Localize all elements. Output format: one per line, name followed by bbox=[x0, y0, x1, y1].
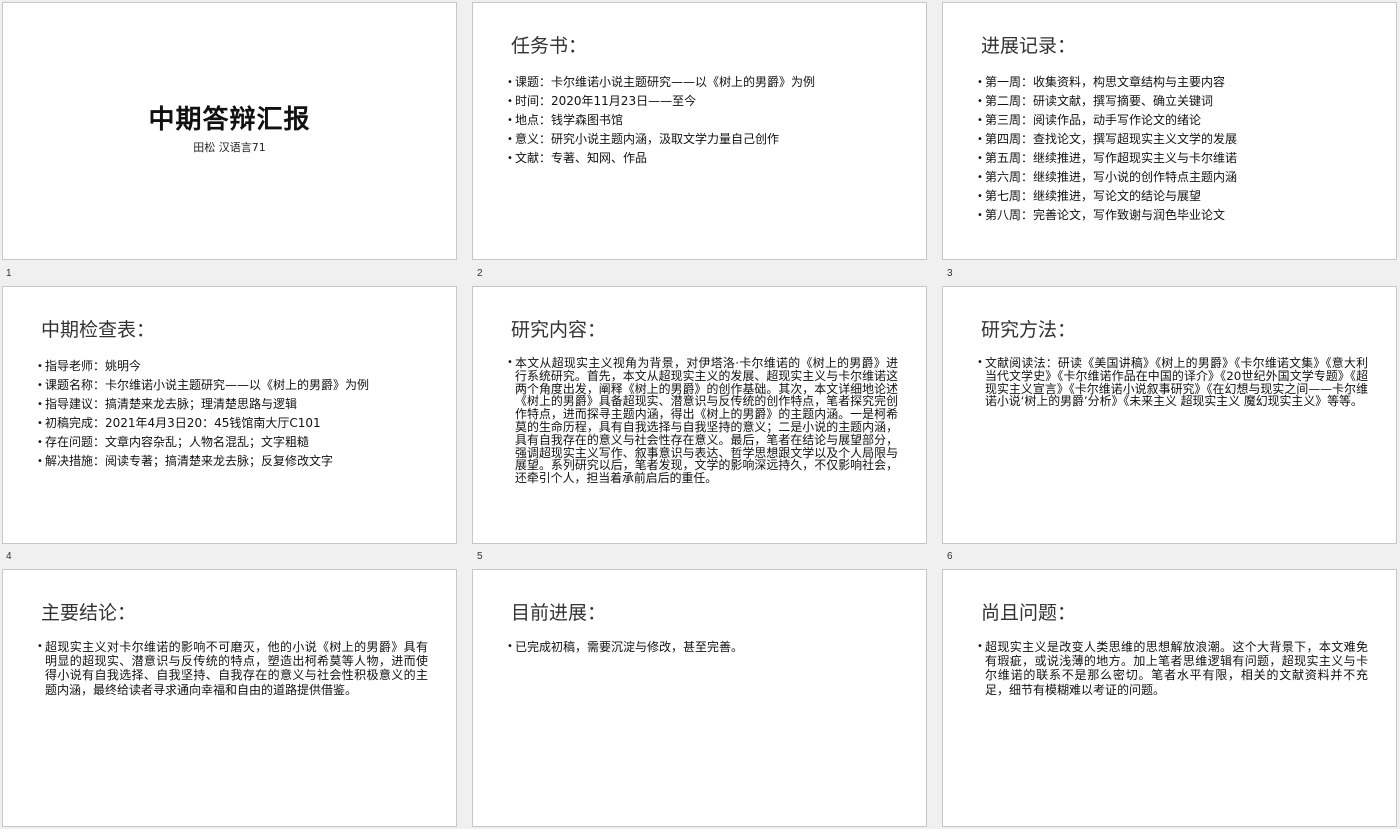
bullet-item: 文献：专著、知网、作品 bbox=[507, 149, 815, 168]
bullet-item: 课题：卡尔维诺小说主题研究——以《树上的男爵》为例 bbox=[507, 73, 815, 92]
slide-thumbnail-1[interactable]: 中期答辩汇报 田松 汉语言71 bbox=[2, 2, 457, 260]
slide-thumbnail-8[interactable]: 目前进展： 已完成初稿，需要沉淀与修改，甚至完善。 bbox=[472, 569, 927, 827]
slide-thumbnail-4[interactable]: 中期检查表： 指导老师：姚明今 课题名称：卡尔维诺小说主题研究——以《树上的男爵… bbox=[2, 286, 457, 544]
paragraph-list: 超现实主义是改变人类思维的思想解放浪潮。这个大背景下，本文难免有瑕疵，或说浅薄的… bbox=[977, 640, 1368, 697]
paragraph: 文献阅读法：研读《美国讲稿》《树上的男爵》《卡尔维诺文集》《意大利当代文学史》《… bbox=[977, 357, 1368, 408]
paragraph-list: 本文从超现实主义视角为背景，对伊塔洛·卡尔维诺的《树上的男爵》进行系统研究。首先… bbox=[507, 357, 898, 485]
bullet-list: 课题：卡尔维诺小说主题研究——以《树上的男爵》为例 时间：2020年11月23日… bbox=[507, 73, 815, 168]
slide-title: 研究内容： bbox=[511, 319, 607, 341]
slide-title: 目前进展： bbox=[511, 602, 607, 624]
slide-thumbnail-6[interactable]: 研究方法： 文献阅读法：研读《美国讲稿》《树上的男爵》《卡尔维诺文集》《意大利当… bbox=[942, 286, 1397, 544]
bullet-item: 初稿完成：2021年4月3日20：45钱馆南大厅C101 bbox=[37, 414, 369, 433]
bullet-item: 解决措施：阅读专著；搞清楚来龙去脉；反复修改文字 bbox=[37, 452, 369, 471]
slide-sorter-view: 中期答辩汇报 田松 汉语言71 1 任务书： 课题：卡尔维诺小说主题研究——以《… bbox=[0, 0, 1400, 829]
slide-thumbnail-9[interactable]: 尚且问题： 超现实主义是改变人类思维的思想解放浪潮。这个大背景下，本文难免有瑕疵… bbox=[942, 569, 1397, 827]
slide-number-6: 6 bbox=[947, 551, 953, 562]
paragraph: 已完成初稿，需要沉淀与修改，甚至完善。 bbox=[507, 640, 898, 654]
bullet-item: 指导老师：姚明今 bbox=[37, 357, 369, 376]
slide-thumbnail-5[interactable]: 研究内容： 本文从超现实主义视角为背景，对伊塔洛·卡尔维诺的《树上的男爵》进行系… bbox=[472, 286, 927, 544]
bullet-item: 第六周：继续推进，写小说的创作特点主题内涵 bbox=[977, 168, 1237, 187]
slide-title: 研究方法： bbox=[981, 319, 1077, 341]
slide-number-4: 4 bbox=[6, 551, 12, 562]
slide-thumbnail-2[interactable]: 任务书： 课题：卡尔维诺小说主题研究——以《树上的男爵》为例 时间：2020年1… bbox=[472, 2, 927, 260]
bullet-item: 第四周：查找论文，撰写超现实主义文学的发展 bbox=[977, 130, 1237, 149]
bullet-list: 指导老师：姚明今 课题名称：卡尔维诺小说主题研究——以《树上的男爵》为例 指导建… bbox=[37, 357, 369, 471]
paragraph: 超现实主义对卡尔维诺的影响不可磨灭，他的小说《树上的男爵》具有明显的超现实、潜意… bbox=[37, 640, 428, 697]
cover-subtitle: 田松 汉语言71 bbox=[193, 141, 266, 154]
slide-title: 尚且问题： bbox=[981, 602, 1077, 624]
slide-number-5: 5 bbox=[477, 551, 483, 562]
bullet-item: 第五周：继续推进，写作超现实主义与卡尔维诺 bbox=[977, 149, 1237, 168]
paragraph-list: 文献阅读法：研读《美国讲稿》《树上的男爵》《卡尔维诺文集》《意大利当代文学史》《… bbox=[977, 357, 1368, 408]
slide-title: 进展记录： bbox=[981, 35, 1077, 57]
slide-title: 主要结论： bbox=[41, 602, 137, 624]
bullet-item: 第一周：收集资料，构思文章结构与主要内容 bbox=[977, 73, 1237, 92]
bullet-item: 意义：研究小说主题内涵，汲取文学力量自己创作 bbox=[507, 130, 815, 149]
bullet-item: 第三周：阅读作品，动手写作论文的绪论 bbox=[977, 111, 1237, 130]
slide-thumbnail-7[interactable]: 主要结论： 超现实主义对卡尔维诺的影响不可磨灭，他的小说《树上的男爵》具有明显的… bbox=[2, 569, 457, 827]
paragraph-list: 超现实主义对卡尔维诺的影响不可磨灭，他的小说《树上的男爵》具有明显的超现实、潜意… bbox=[37, 640, 428, 697]
bullet-item: 存在问题：文章内容杂乱；人物名混乱；文字粗糙 bbox=[37, 433, 369, 452]
bullet-item: 第二周：研读文献，撰写摘要、确立关键词 bbox=[977, 92, 1237, 111]
slide-number-2: 2 bbox=[477, 268, 483, 279]
cover-title: 中期答辩汇报 bbox=[148, 105, 311, 135]
bullet-item: 指导建议：搞清楚来龙去脉；理清楚思路与逻辑 bbox=[37, 395, 369, 414]
slide-title: 中期检查表： bbox=[41, 319, 156, 341]
paragraph-list: 已完成初稿，需要沉淀与修改，甚至完善。 bbox=[507, 640, 898, 654]
slide-thumbnail-3[interactable]: 进展记录： 第一周：收集资料，构思文章结构与主要内容 第二周：研读文献，撰写摘要… bbox=[942, 2, 1397, 260]
bullet-item: 第八周：完善论文，写作致谢与润色毕业论文 bbox=[977, 206, 1237, 225]
bullet-item: 第七周：继续推进，写论文的结论与展望 bbox=[977, 187, 1237, 206]
bullet-item: 课题名称：卡尔维诺小说主题研究——以《树上的男爵》为例 bbox=[37, 376, 369, 395]
slide-number-1: 1 bbox=[6, 268, 12, 279]
paragraph: 本文从超现实主义视角为背景，对伊塔洛·卡尔维诺的《树上的男爵》进行系统研究。首先… bbox=[507, 357, 898, 485]
bullet-list: 第一周：收集资料，构思文章结构与主要内容 第二周：研读文献，撰写摘要、确立关键词… bbox=[977, 73, 1237, 225]
paragraph: 超现实主义是改变人类思维的思想解放浪潮。这个大背景下，本文难免有瑕疵，或说浅薄的… bbox=[977, 640, 1368, 697]
bullet-item: 时间：2020年11月23日——至今 bbox=[507, 92, 815, 111]
slide-title: 任务书： bbox=[511, 35, 588, 57]
bullet-item: 地点：钱学森图书馆 bbox=[507, 111, 815, 130]
slide-number-3: 3 bbox=[947, 268, 953, 279]
